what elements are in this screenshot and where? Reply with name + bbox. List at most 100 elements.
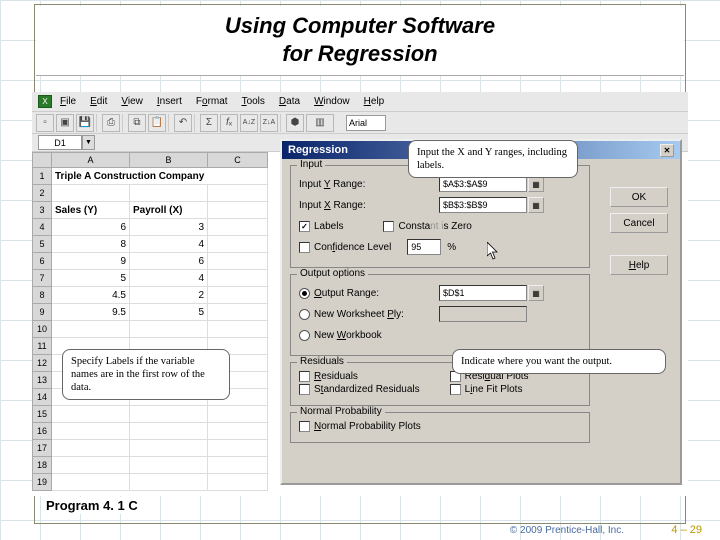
checkbox-stdres[interactable] bbox=[299, 384, 310, 395]
row-header[interactable]: 1 bbox=[32, 168, 52, 185]
row-header[interactable]: 13 bbox=[32, 372, 52, 389]
cell[interactable]: 4 bbox=[130, 236, 208, 253]
row-header[interactable]: 4 bbox=[32, 219, 52, 236]
cell[interactable] bbox=[52, 474, 130, 491]
cell[interactable] bbox=[208, 423, 268, 440]
cell[interactable]: 5 bbox=[130, 304, 208, 321]
cell[interactable] bbox=[208, 457, 268, 474]
name-box-dropdown-icon[interactable]: ▼ bbox=[82, 135, 95, 150]
row-header[interactable]: 2 bbox=[32, 185, 52, 202]
chart-button[interactable]: ⬢ bbox=[286, 114, 304, 132]
sort-asc-button[interactable]: A↓Z bbox=[240, 114, 258, 132]
help-button[interactable]: Help bbox=[610, 255, 668, 275]
input-conflevel[interactable]: 95 bbox=[407, 239, 441, 255]
menu-format[interactable]: Format bbox=[190, 94, 234, 109]
radio-outrange[interactable] bbox=[299, 288, 310, 299]
print-button[interactable]: ⎙ bbox=[102, 114, 120, 132]
cell[interactable] bbox=[130, 457, 208, 474]
row-header[interactable]: 6 bbox=[32, 253, 52, 270]
cell[interactable] bbox=[208, 202, 268, 219]
cell[interactable] bbox=[52, 423, 130, 440]
cell[interactable] bbox=[208, 253, 268, 270]
menu-tools[interactable]: Tools bbox=[236, 94, 271, 109]
open-button[interactable]: ▣ bbox=[56, 114, 74, 132]
cell[interactable]: 2 bbox=[130, 287, 208, 304]
menu-view[interactable]: View bbox=[115, 94, 149, 109]
row-header[interactable]: 8 bbox=[32, 287, 52, 304]
cell[interactable]: 8 bbox=[52, 236, 130, 253]
cell[interactable] bbox=[208, 440, 268, 457]
cell[interactable]: 4.5 bbox=[52, 287, 130, 304]
col-header[interactable]: B bbox=[130, 152, 208, 168]
cell[interactable]: 9 bbox=[52, 253, 130, 270]
input-xrange[interactable]: $B$3:$B$9 bbox=[439, 197, 527, 213]
checkbox-labels[interactable]: ✓ bbox=[299, 221, 310, 232]
menu-edit[interactable]: Edit bbox=[84, 94, 113, 109]
row-header[interactable]: 7 bbox=[32, 270, 52, 287]
menu-window[interactable]: Window bbox=[308, 94, 356, 109]
menu-data[interactable]: Data bbox=[273, 94, 306, 109]
sort-desc-button[interactable]: Z↓A bbox=[260, 114, 278, 132]
cell[interactable] bbox=[130, 321, 208, 338]
cancel-button[interactable]: Cancel bbox=[610, 213, 668, 233]
radio-newply[interactable] bbox=[299, 309, 310, 320]
row-header[interactable]: 18 bbox=[32, 457, 52, 474]
close-button[interactable]: ✕ bbox=[660, 144, 674, 157]
input-yrange[interactable]: $A$3:$A$9 bbox=[439, 176, 527, 192]
col-header[interactable]: A bbox=[52, 152, 130, 168]
cell-a3[interactable]: Sales (Y) bbox=[52, 202, 130, 219]
new-button[interactable]: ▫ bbox=[36, 114, 54, 132]
cell-b3[interactable]: Payroll (X) bbox=[130, 202, 208, 219]
row-header[interactable]: 10 bbox=[32, 321, 52, 338]
row-header[interactable]: 12 bbox=[32, 355, 52, 372]
name-box[interactable]: D1 bbox=[38, 135, 82, 150]
cell[interactable] bbox=[52, 406, 130, 423]
font-selector[interactable]: Arial bbox=[346, 115, 386, 131]
range-picker-icon[interactable]: ▦ bbox=[528, 197, 544, 213]
col-header[interactable]: C bbox=[208, 152, 268, 168]
cell-a1[interactable]: Triple A Construction Company bbox=[52, 168, 268, 185]
input-outrange[interactable]: $D$1 bbox=[439, 285, 527, 301]
menu-help[interactable]: Help bbox=[358, 94, 391, 109]
zoom-button[interactable]: ▥ bbox=[306, 114, 334, 132]
cell[interactable]: 5 bbox=[52, 270, 130, 287]
checkbox-conflevel[interactable] bbox=[299, 242, 310, 253]
cell[interactable] bbox=[130, 406, 208, 423]
row-header[interactable]: 11 bbox=[32, 338, 52, 355]
checkbox-constzero[interactable] bbox=[383, 221, 394, 232]
cell[interactable] bbox=[208, 474, 268, 491]
input-newply[interactable] bbox=[439, 306, 527, 322]
checkbox-lineplots[interactable] bbox=[450, 384, 461, 395]
cell[interactable] bbox=[130, 440, 208, 457]
save-button[interactable]: 💾 bbox=[76, 114, 94, 132]
cell[interactable] bbox=[208, 219, 268, 236]
paste-button[interactable]: 📋 bbox=[148, 114, 166, 132]
cell[interactable] bbox=[52, 457, 130, 474]
sum-button[interactable]: Σ bbox=[200, 114, 218, 132]
cell[interactable] bbox=[208, 236, 268, 253]
cell[interactable] bbox=[130, 474, 208, 491]
cell[interactable] bbox=[130, 423, 208, 440]
menu-file[interactable]: File bbox=[54, 94, 82, 109]
cell[interactable] bbox=[52, 321, 130, 338]
row-header[interactable]: 5 bbox=[32, 236, 52, 253]
copy-button[interactable]: ⧉ bbox=[128, 114, 146, 132]
checkbox-normprob[interactable] bbox=[299, 421, 310, 432]
cell[interactable] bbox=[208, 185, 268, 202]
select-all-corner[interactable] bbox=[32, 152, 52, 168]
row-header[interactable]: 19 bbox=[32, 474, 52, 491]
cell[interactable] bbox=[208, 321, 268, 338]
cell[interactable] bbox=[208, 304, 268, 321]
cell[interactable]: 6 bbox=[52, 219, 130, 236]
cell[interactable] bbox=[52, 185, 130, 202]
cell[interactable]: 4 bbox=[130, 270, 208, 287]
cell[interactable]: 3 bbox=[130, 219, 208, 236]
range-picker-icon[interactable]: ▦ bbox=[528, 176, 544, 192]
cell[interactable] bbox=[208, 287, 268, 304]
row-header[interactable]: 14 bbox=[32, 389, 52, 406]
undo-button[interactable]: ↶ bbox=[174, 114, 192, 132]
cell[interactable]: 6 bbox=[130, 253, 208, 270]
checkbox-residuals[interactable] bbox=[299, 371, 310, 382]
row-header[interactable]: 17 bbox=[32, 440, 52, 457]
cell[interactable]: 9.5 bbox=[52, 304, 130, 321]
